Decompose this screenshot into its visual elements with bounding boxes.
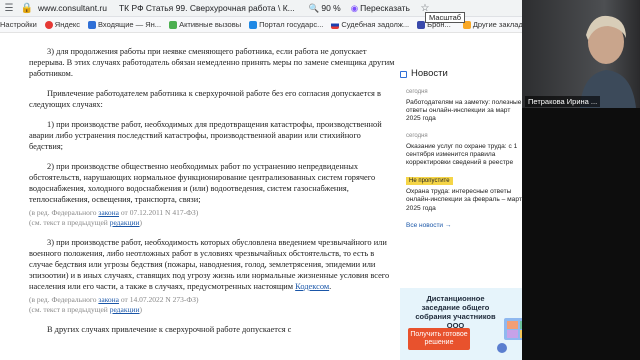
- bookmark-label: Другие закладки: [472, 20, 522, 29]
- bookmark-court-debt[interactable]: Судебная задолж...: [331, 20, 409, 29]
- code-link[interactable]: Кодексом: [295, 282, 329, 291]
- participant-video-icon: [580, 15, 636, 108]
- news-text[interactable]: Охрана труда: интересные ответы онлайн-и…: [406, 188, 522, 213]
- edition-text: (в ред. Федерального: [29, 295, 99, 304]
- all-news-link[interactable]: Все новости →: [406, 222, 522, 230]
- news-date: сегодня: [406, 89, 428, 96]
- flag-icon: [331, 20, 340, 29]
- edition-text: (в ред. Федерального: [29, 208, 99, 217]
- mail-icon: [88, 20, 97, 29]
- edition-text: (см. текст в предыдущей: [29, 305, 110, 314]
- edition-link[interactable]: редакции: [110, 305, 140, 314]
- zoom-tooltip: Масштаб: [425, 12, 466, 23]
- bookmark-label: Активные вызовы: [179, 20, 242, 29]
- get-solution-button[interactable]: Получить готовое решение: [408, 328, 470, 350]
- retell-label: Пересказать: [360, 3, 410, 13]
- edition-text: от 07.12.2011 N 417-ФЗ): [119, 208, 199, 217]
- bookmark-label: Яндекс: [54, 20, 81, 29]
- edition-note: (в ред. Федерального закона от 14.07.202…: [29, 295, 395, 305]
- paragraph: 3) для продолжения работы при неявке сме…: [29, 47, 395, 78]
- news-title: Новости: [411, 68, 448, 79]
- previous-edition-note: (см. текст в предыдущей редакции): [29, 305, 395, 315]
- bookmark-label: Судебная задолж...: [341, 20, 410, 29]
- participant-name: Петракова Ирина ...: [525, 96, 601, 107]
- news-panel: Новости сегодня Работодателям на заметку…: [396, 68, 522, 275]
- news-text[interactable]: Оказание услуг по охране труда: с 1 сент…: [406, 143, 522, 168]
- edition-text: ): [139, 305, 143, 314]
- bookmark-inbox[interactable]: Входящие — Ян...: [88, 20, 161, 29]
- news-text[interactable]: Работодателям на заметку: полезные ответ…: [406, 99, 522, 124]
- bookmark-yandex[interactable]: Яндекс: [44, 20, 81, 29]
- bookmark-other[interactable]: Другие закладки: [462, 20, 522, 29]
- news-item[interactable]: сегодня Работодателям на заметку: полезн…: [406, 88, 522, 123]
- bookmark-label: Портал государс...: [259, 20, 324, 29]
- banner-text: Дистанционное заседание общего собрания …: [415, 294, 496, 330]
- bookmark-settings[interactable]: Настройки: [0, 20, 37, 29]
- article-content: 3) для продолжения работы при неявке сме…: [0, 33, 395, 360]
- paragraph: 2) при производстве общественно необходи…: [29, 162, 376, 204]
- retell-icon: ◉: [350, 2, 359, 13]
- bookmark-active-calls[interactable]: Активные вызовы: [169, 20, 241, 29]
- lock-icon[interactable]: 🔒: [20, 1, 34, 15]
- zoom-control[interactable]: 🔍 90 %: [309, 3, 341, 14]
- booking-icon: [417, 20, 426, 29]
- gov-icon: [249, 20, 258, 29]
- paragraph: Привлечение работодателем работника к св…: [29, 89, 381, 109]
- edition-text: (см. текст в предыдущей: [29, 218, 110, 227]
- news-badge: Не пропустите: [406, 176, 453, 185]
- zoom-icon: 🔍: [308, 2, 320, 13]
- yandex-icon: [44, 20, 53, 29]
- address-bar[interactable]: www.consultant.ru: [38, 3, 107, 13]
- bookmark-gov-portal[interactable]: Портал государс...: [249, 20, 323, 29]
- news-date: сегодня: [406, 133, 428, 140]
- law-link[interactable]: закона: [98, 295, 119, 304]
- news-icon: [400, 70, 407, 78]
- page-title: ТК РФ Статья 99. Сверхурочная работа \ К…: [118, 3, 295, 13]
- paragraph-text: 3) при производстве работ, необходимость…: [29, 238, 390, 291]
- zoom-level: 90 %: [321, 3, 341, 13]
- news-item[interactable]: Не пропустите Охрана труда: интересные о…: [406, 176, 522, 213]
- edition-text: от 14.07.2022 N 273-ФЗ): [119, 295, 199, 304]
- paragraph: В других случаях привлечение к сверхуроч…: [47, 325, 292, 334]
- phone-icon: [169, 20, 178, 29]
- edition-note: (в ред. Федерального закона от 07.12.201…: [29, 208, 395, 218]
- bookmark-label: Настройки: [0, 20, 37, 29]
- news-heading: Новости: [400, 68, 522, 79]
- video-call-panel: Петракова Ирина ...: [522, 0, 640, 360]
- paragraph: 3) при производстве работ, необходимость…: [29, 237, 395, 292]
- edition-text: ): [139, 218, 143, 227]
- paragraph: 1) при производстве работ, необходимых д…: [29, 120, 382, 151]
- bookmark-label: Входящие — Ян...: [98, 20, 162, 29]
- law-link[interactable]: закона: [98, 208, 119, 217]
- news-item[interactable]: сегодня Оказание услуг по охране труда: …: [406, 132, 522, 167]
- menu-icon[interactable]: ☰: [2, 1, 16, 15]
- edition-link[interactable]: редакции: [110, 218, 140, 227]
- paragraph-text: .: [329, 282, 332, 291]
- previous-edition-note: (см. текст в предыдущей редакции): [29, 218, 395, 228]
- retell-button[interactable]: ◉ Пересказать: [351, 3, 410, 14]
